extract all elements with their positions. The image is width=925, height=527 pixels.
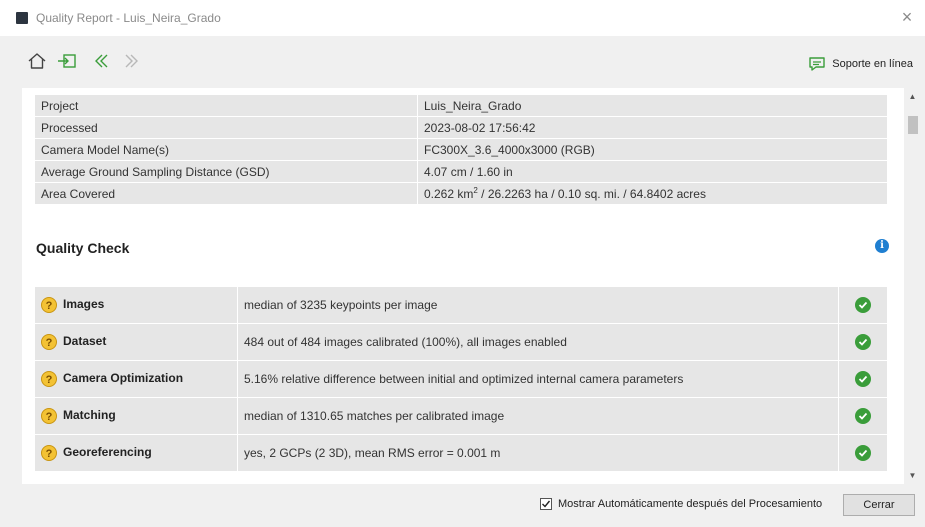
chat-icon xyxy=(809,57,825,71)
question-icon[interactable]: ? xyxy=(41,408,57,424)
scroll-up-arrow-icon[interactable]: ▲ xyxy=(908,92,917,101)
close-window-button[interactable]: × xyxy=(897,6,917,28)
question-icon[interactable]: ? xyxy=(41,371,57,387)
info-icon[interactable]: i xyxy=(875,239,889,253)
support-label: Soporte en línea xyxy=(832,58,913,70)
quality-row-camera-optimization: ? Camera Optimization 5.16% relative diff… xyxy=(34,360,888,398)
quality-item-name: Camera Optimization xyxy=(63,371,184,386)
scroll-thumb[interactable] xyxy=(908,116,918,134)
home-icon[interactable] xyxy=(26,50,48,72)
summary-label: Average Ground Sampling Distance (GSD) xyxy=(34,160,418,183)
summary-table: Project Luis_Neira_Grado Processed 2023-… xyxy=(34,94,888,205)
vertical-scrollbar[interactable]: ▲ ▼ xyxy=(904,88,921,484)
quality-row-matching: ? Matching median of 1310.65 matches per … xyxy=(34,397,888,435)
quality-item-name: Images xyxy=(63,297,105,312)
online-support-link[interactable]: Soporte en línea xyxy=(808,54,913,74)
question-icon[interactable]: ? xyxy=(41,445,57,461)
question-icon[interactable]: ? xyxy=(41,297,57,313)
quality-check-table: ? Images median of 3235 keypoints per ima… xyxy=(34,286,888,472)
check-icon xyxy=(855,371,871,387)
area-value: 0.262 km xyxy=(424,187,474,201)
footer: Mostrar Automáticamente después del Proc… xyxy=(0,484,925,527)
quality-item-description: 484 out of 484 images calibrated (100%),… xyxy=(237,323,839,361)
close-button[interactable]: Cerrar xyxy=(843,494,915,516)
summary-value: 2023-08-02 17:56:42 xyxy=(417,116,888,139)
check-icon xyxy=(855,297,871,313)
summary-value: Luis_Neira_Grado xyxy=(417,94,888,117)
summary-value: 0.262 km2 / 26.2263 ha / 0.10 sq. mi. / … xyxy=(417,182,888,205)
quality-check-title: Quality Check xyxy=(36,240,130,256)
auto-show-checkbox[interactable]: Mostrar Automáticamente después del Proc… xyxy=(540,498,822,510)
check-icon xyxy=(855,334,871,350)
summary-value: FC300X_3.6_4000x3000 (RGB) xyxy=(417,138,888,161)
checkmark-icon xyxy=(542,500,551,508)
quality-item-name: Georeferencing xyxy=(63,445,152,460)
app-icon xyxy=(16,12,28,24)
summary-label: Processed xyxy=(34,116,418,139)
title-bar: Quality Report - Luis_Neira_Grado × xyxy=(0,0,925,36)
quality-item-description: yes, 2 GCPs (2 3D), mean RMS error = 0.0… xyxy=(237,434,839,472)
area-value-rest: / 26.2263 ha / 0.10 sq. mi. / 64.8402 ac… xyxy=(477,187,706,201)
check-icon xyxy=(855,408,871,424)
question-icon[interactable]: ? xyxy=(41,334,57,350)
scroll-down-arrow-icon[interactable]: ▼ xyxy=(908,471,917,480)
quality-row-georeferencing: ? Georeferencing yes, 2 GCPs (2 3D), mean… xyxy=(34,434,888,472)
quality-item-description: median of 1310.65 matches per calibrated… xyxy=(237,397,839,435)
toolbar: Soporte en línea xyxy=(0,36,925,88)
summary-row-camera-model: Camera Model Name(s) FC300X_3.6_4000x300… xyxy=(34,138,888,161)
quality-row-dataset: ? Dataset 484 out of 484 images calibrate… xyxy=(34,323,888,361)
check-icon xyxy=(855,445,871,461)
report-content: Project Luis_Neira_Grado Processed 2023-… xyxy=(22,88,904,484)
back-icon[interactable] xyxy=(90,50,112,72)
summary-label: Project xyxy=(34,94,418,117)
summary-row-gsd: Average Ground Sampling Distance (GSD) 4… xyxy=(34,160,888,183)
quality-item-name: Dataset xyxy=(63,334,107,349)
summary-row-project: Project Luis_Neira_Grado xyxy=(34,94,888,117)
quality-item-name: Matching xyxy=(63,408,116,423)
export-icon[interactable] xyxy=(56,50,78,72)
auto-show-label: Mostrar Automáticamente después del Proc… xyxy=(558,498,823,510)
summary-label: Area Covered xyxy=(34,182,418,205)
summary-row-area: Area Covered 0.262 km2 / 26.2263 ha / 0.… xyxy=(34,182,888,205)
window-title: Quality Report - Luis_Neira_Grado xyxy=(36,11,221,25)
summary-row-processed: Processed 2023-08-02 17:56:42 xyxy=(34,116,888,139)
forward-icon[interactable] xyxy=(120,50,142,72)
quality-row-images: ? Images median of 3235 keypoints per ima… xyxy=(34,286,888,324)
summary-value: 4.07 cm / 1.60 in xyxy=(417,160,888,183)
summary-label: Camera Model Name(s) xyxy=(34,138,418,161)
quality-item-description: median of 3235 keypoints per image xyxy=(237,286,839,324)
quality-item-description: 5.16% relative difference between initia… xyxy=(237,360,839,398)
checkbox[interactable] xyxy=(540,498,552,510)
